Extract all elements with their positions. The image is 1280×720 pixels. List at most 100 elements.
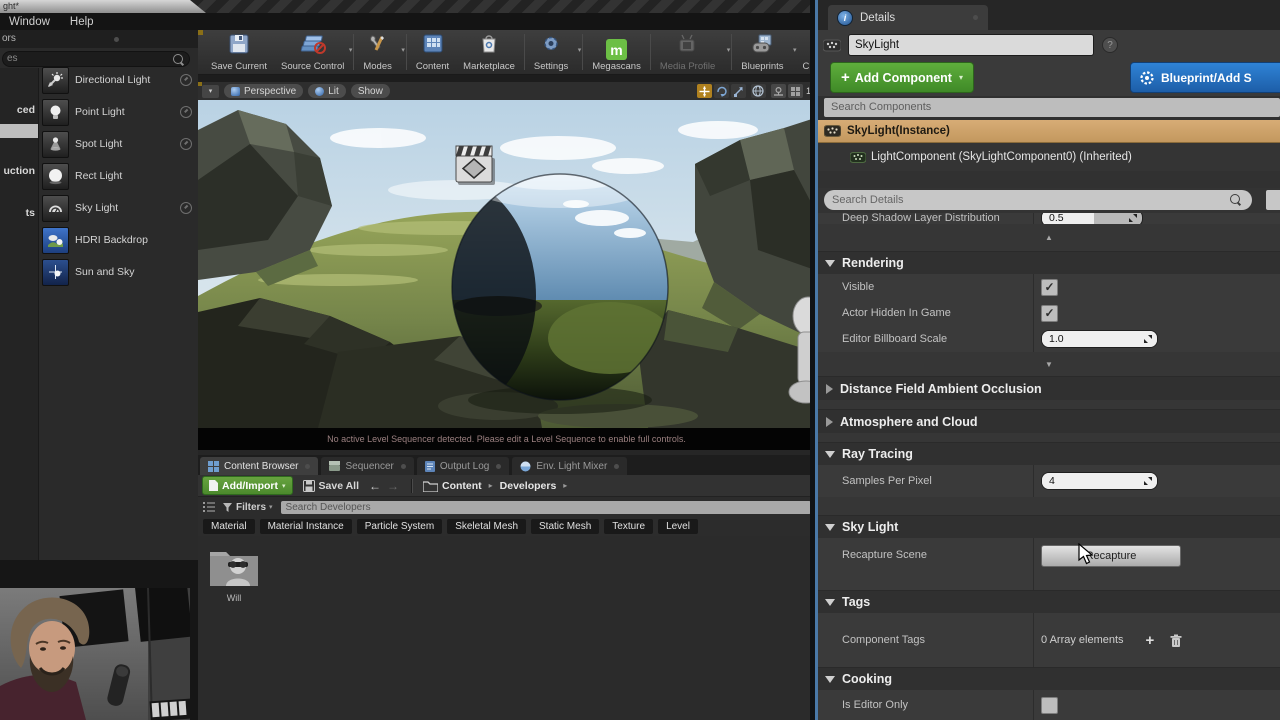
add-component-button[interactable]: + Add Component ▾ <box>830 62 974 93</box>
class-edit-icon[interactable] <box>180 202 192 214</box>
tab-output-log[interactable]: Output Log <box>417 457 509 475</box>
media-profile-button[interactable]: Media Profile ▾ <box>653 30 729 74</box>
place-item-sky-light[interactable]: Sky Light <box>39 192 198 224</box>
component-tree-root-selected[interactable]: SkyLight(Instance) <box>818 120 1280 143</box>
filter-chip-level[interactable]: Level <box>658 519 698 534</box>
content-button[interactable]: Content <box>409 30 456 74</box>
breadcrumb-content[interactable]: Content <box>442 480 482 492</box>
section-ray-tracing[interactable]: Ray Tracing <box>818 442 1280 465</box>
tab-content-browser[interactable]: Content Browser <box>200 457 318 475</box>
deep-shadow-spinbox[interactable]: 0.5 <box>1041 213 1143 224</box>
component-tree-light-component[interactable]: LightComponent (SkyLightComponent0) (Inh… <box>818 143 1280 171</box>
save-all-button[interactable]: Save All <box>303 480 359 492</box>
scroll-up-indicator[interactable]: ▲ <box>818 224 1280 251</box>
place-item-rect-light[interactable]: Rect Light <box>39 160 198 192</box>
filter-chip-skeletal-mesh[interactable]: Skeletal Mesh <box>447 519 526 534</box>
place-actors-tab[interactable]: ors <box>2 33 16 44</box>
level-viewport[interactable]: ▾ Perspective Lit Show <box>198 82 815 450</box>
filters-button[interactable]: Filters <box>236 502 266 513</box>
settings-button[interactable]: Settings ▾ <box>527 30 580 74</box>
filter-chip-texture[interactable]: Texture <box>604 519 653 534</box>
save-current-button[interactable]: Save Current <box>204 30 274 74</box>
add-tag-button[interactable]: + <box>1146 632 1155 649</box>
grid-snap-button[interactable] <box>788 84 803 98</box>
class-edit-icon[interactable] <box>180 138 192 150</box>
category-item-selected[interactable] <box>0 124 38 138</box>
world-local-toggle-button[interactable] <box>751 84 766 98</box>
section-sky-light[interactable]: Sky Light <box>818 515 1280 538</box>
cine-camera-sprite-icon[interactable] <box>456 146 495 185</box>
place-item-directional-light[interactable]: Directional Light <box>39 64 198 96</box>
tab-pin-icon[interactable] <box>614 464 619 469</box>
asset-grid[interactable]: Will <box>198 536 815 720</box>
place-item-point-light[interactable]: Point Light <box>39 96 198 128</box>
folder-item-will[interactable]: Will <box>206 542 262 603</box>
section-cooking[interactable]: Cooking <box>818 667 1280 690</box>
viewport-scene[interactable] <box>198 100 815 428</box>
blueprints-button[interactable]: Blueprints ▾ <box>734 30 795 74</box>
tab-pin-icon[interactable] <box>973 15 978 20</box>
filter-chip-material-instance[interactable]: Material Instance <box>260 519 352 534</box>
place-item-hdri-backdrop[interactable]: HDRI Backdrop <box>39 224 198 256</box>
class-edit-icon[interactable] <box>180 74 192 86</box>
tab-pin-icon[interactable] <box>114 37 119 42</box>
megascans-button[interactable]: m Megascans <box>585 30 648 74</box>
rotate-gizmo-button[interactable] <box>714 84 729 98</box>
section-rendering[interactable]: Rendering <box>818 251 1280 274</box>
tab-sequencer[interactable]: Sequencer <box>321 457 413 475</box>
section-atmosphere-cloud[interactable]: Atmosphere and Cloud <box>818 409 1280 433</box>
show-button[interactable]: Show <box>351 84 390 98</box>
actor-hidden-checkbox[interactable]: ✓ <box>1041 305 1058 322</box>
samples-per-pixel-spinbox[interactable]: 4 <box>1041 472 1158 490</box>
section-tags[interactable]: Tags <box>818 590 1280 613</box>
tab-pin-icon[interactable] <box>305 464 310 469</box>
filter-chip-static-mesh[interactable]: Static Mesh <box>531 519 599 534</box>
details-property-list[interactable]: Deep Shadow Layer Distribution 0.5 ▲ <box>818 213 1280 720</box>
dropdown-caret-icon[interactable]: ▾ <box>401 46 405 54</box>
breadcrumb-developers[interactable]: Developers <box>500 480 557 492</box>
tab-pin-icon[interactable] <box>401 464 406 469</box>
tab-details[interactable]: i Details <box>828 5 988 30</box>
help-icon[interactable]: ? <box>1102 37 1118 53</box>
category-item[interactable]: ced <box>17 104 35 116</box>
class-edit-icon[interactable] <box>180 106 192 118</box>
back-button[interactable]: ← <box>369 479 381 493</box>
modes-button[interactable]: Modes ▾ <box>356 30 404 74</box>
category-item[interactable]: uction <box>4 165 36 177</box>
surface-snap-button[interactable] <box>771 84 786 98</box>
filter-chip-particle-system[interactable]: Particle System <box>357 519 442 534</box>
category-item[interactable]: ts <box>26 207 35 219</box>
marketplace-button[interactable]: Marketplace <box>456 30 522 74</box>
tab-pin-icon[interactable] <box>496 464 501 469</box>
filter-chip-material[interactable]: Material <box>203 519 255 534</box>
search-components-input[interactable]: Search Components <box>824 98 1280 117</box>
dropdown-caret-icon[interactable]: ▾ <box>578 46 582 54</box>
viewport-options-dropdown[interactable]: ▾ <box>202 85 219 98</box>
place-item-spot-light[interactable]: Spot Light <box>39 128 198 160</box>
scale-gizmo-button[interactable] <box>731 84 746 98</box>
add-import-button[interactable]: Add/Import ▾ <box>202 476 293 495</box>
menu-help[interactable]: Help <box>60 16 104 28</box>
menu-window[interactable]: Window <box>0 16 60 28</box>
search-details-input[interactable]: Search Details <box>824 190 1252 210</box>
details-view-options-button[interactable] <box>1266 190 1280 210</box>
recapture-button[interactable]: Recapture <box>1041 545 1181 567</box>
content-search-input[interactable]: Search Developers <box>281 501 811 514</box>
tab-env-light-mixer[interactable]: Env. Light Mixer <box>512 457 627 475</box>
place-item-sun-and-sky[interactable]: Sun and Sky <box>39 256 198 288</box>
section-distance-field-ao[interactable]: Distance Field Ambient Occlusion <box>818 376 1280 400</box>
perspective-button[interactable]: Perspective <box>224 84 303 98</box>
is-editor-only-checkbox[interactable] <box>1041 697 1058 714</box>
actor-name-input[interactable] <box>848 34 1094 56</box>
scroll-down-indicator[interactable]: ▼ <box>818 352 1280 376</box>
dropdown-caret-icon[interactable]: ▾ <box>349 46 353 54</box>
trash-icon[interactable] <box>1170 634 1182 647</box>
dropdown-caret-icon[interactable]: ▾ <box>727 46 731 54</box>
source-control-button[interactable]: Source Control ▾ <box>274 30 351 74</box>
blueprint-add-script-button[interactable]: Blueprint/Add S <box>1130 62 1280 93</box>
sources-panel-icon[interactable] <box>203 501 215 513</box>
visible-checkbox[interactable]: ✓ <box>1041 279 1058 296</box>
forward-button[interactable]: → <box>387 479 399 493</box>
translate-gizmo-button[interactable] <box>697 84 712 98</box>
view-mode-button[interactable]: Lit <box>308 84 346 98</box>
